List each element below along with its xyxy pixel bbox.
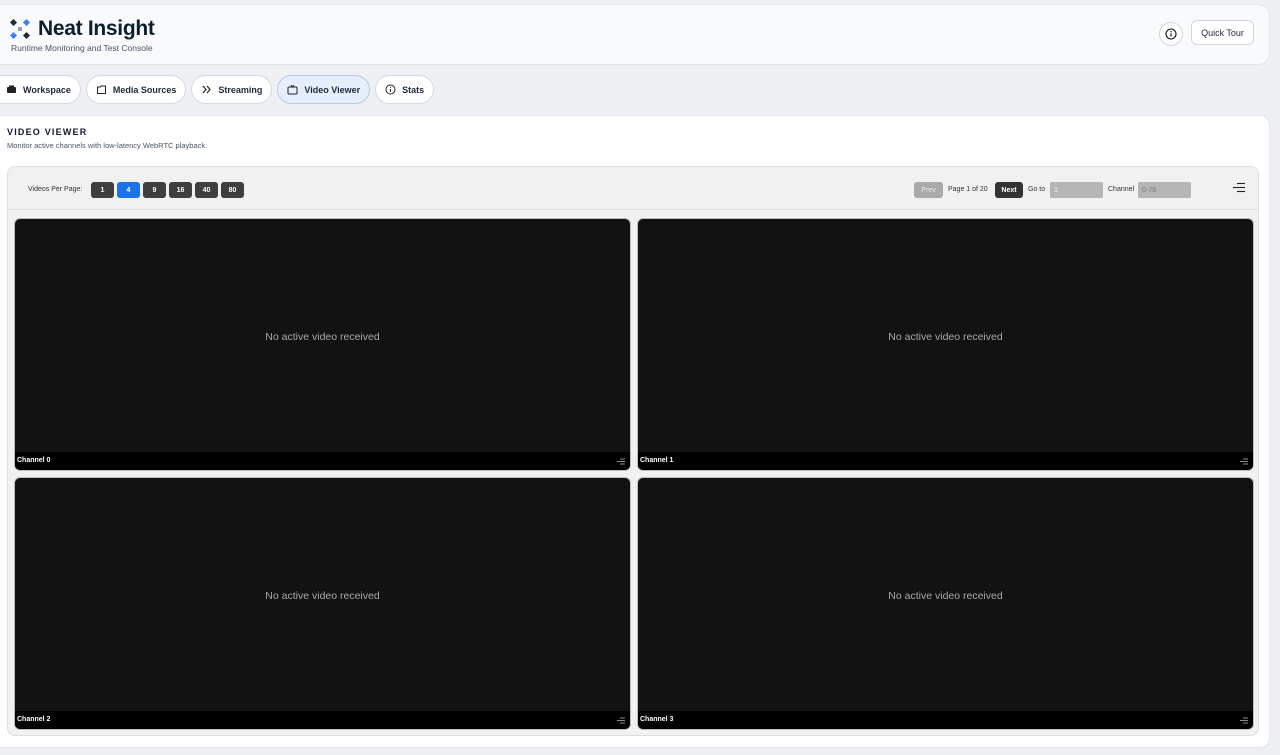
info-icon: [1165, 28, 1177, 40]
tile-menu-icon[interactable]: [617, 717, 625, 724]
no-video-message: No active video received: [888, 330, 1003, 343]
tile-footer: Channel 0: [15, 452, 630, 470]
channel-name: Channel 2: [17, 716, 51, 723]
channel-name: Channel 0: [17, 457, 51, 464]
main-tabs: Workspace Media Sources Streaming Video …: [0, 75, 439, 104]
video-viewer-panel: VIDEO VIEWER Monitor active channels wit…: [0, 115, 1270, 748]
tab-media-sources-label: Media Sources: [112, 84, 177, 95]
tab-video-viewer-label: Video Viewer: [304, 84, 361, 95]
videos-per-page-option[interactable]: 80: [221, 182, 244, 198]
quick-tour-button[interactable]: Quick Tour: [1191, 20, 1254, 45]
info-circle-icon: [385, 84, 396, 95]
channel-name: Channel 1: [640, 457, 674, 464]
tab-streaming[interactable]: Streaming: [191, 75, 273, 104]
goto-page-input[interactable]: [1050, 182, 1103, 198]
tv-icon: [287, 84, 298, 95]
video-tile[interactable]: No active video received Channel 2: [14, 477, 631, 730]
tab-workspace-label: Workspace: [23, 84, 71, 95]
channel-label: Channel: [1108, 186, 1135, 193]
channel-name: Channel 3: [640, 716, 674, 723]
tab-streaming-label: Streaming: [218, 84, 263, 95]
next-page-button[interactable]: Next: [995, 182, 1023, 198]
no-video-message: No active video received: [888, 589, 1003, 602]
tile-footer: Channel 3: [638, 711, 1253, 729]
video-viewer-container: Videos Per Page: 1 4 9 16 40 80 Prev Pag…: [7, 166, 1259, 736]
info-button[interactable]: [1159, 22, 1183, 46]
logo: Neat Insight: [10, 17, 155, 41]
tile-footer: Channel 2: [15, 711, 630, 729]
videos-per-page-option[interactable]: 40: [195, 182, 218, 198]
prev-page-button[interactable]: Prev: [914, 182, 943, 198]
double-chevron-right-icon: [201, 84, 212, 95]
tab-workspace[interactable]: Workspace: [0, 75, 81, 104]
video-tile[interactable]: No active video received Channel 0: [14, 218, 631, 471]
no-video-message: No active video received: [265, 589, 380, 602]
section-description: Monitor active channels with low-latency…: [7, 141, 208, 150]
tab-stats[interactable]: Stats: [375, 75, 435, 104]
workspace-icon: [6, 84, 17, 95]
videos-per-page-option[interactable]: 9: [143, 182, 166, 198]
videos-per-page-option[interactable]: 16: [169, 182, 192, 198]
page-indicator: Page 1 of 20: [948, 186, 988, 193]
video-tile[interactable]: No active video received Channel 1: [637, 218, 1254, 471]
videos-per-page-selector: 1 4 9 16 40 80: [91, 182, 247, 198]
videos-per-page-option-selected[interactable]: 4: [117, 182, 140, 198]
tile-menu-icon[interactable]: [1240, 717, 1248, 724]
viewer-menu-button[interactable]: [1232, 181, 1246, 193]
videos-per-page-option[interactable]: 1: [91, 182, 114, 198]
tab-video-viewer[interactable]: Video Viewer: [277, 75, 371, 104]
section-title: VIDEO VIEWER: [7, 127, 88, 137]
logo-icon: [10, 19, 30, 39]
app-subtitle: Runtime Monitoring and Test Console: [11, 43, 153, 53]
tile-footer: Channel 1: [638, 452, 1253, 470]
video-tile[interactable]: No active video received Channel 3: [637, 477, 1254, 730]
videos-per-page-label: Videos Per Page:: [28, 186, 83, 193]
tab-stats-label: Stats: [402, 84, 425, 95]
goto-label: Go to: [1028, 186, 1046, 193]
app-header: Neat Insight Runtime Monitoring and Test…: [0, 4, 1270, 65]
tab-media-sources[interactable]: Media Sources: [85, 75, 187, 104]
channel-input[interactable]: [1138, 182, 1191, 198]
folder-icon: [96, 84, 107, 95]
menu-lines-icon: [1233, 182, 1245, 193]
tile-menu-icon[interactable]: [1240, 458, 1248, 465]
viewer-toolbar: Videos Per Page: 1 4 9 16 40 80 Prev Pag…: [8, 167, 1258, 210]
no-video-message: No active video received: [265, 330, 380, 343]
tile-menu-icon[interactable]: [617, 458, 625, 465]
app-title: Neat Insight: [38, 17, 155, 40]
